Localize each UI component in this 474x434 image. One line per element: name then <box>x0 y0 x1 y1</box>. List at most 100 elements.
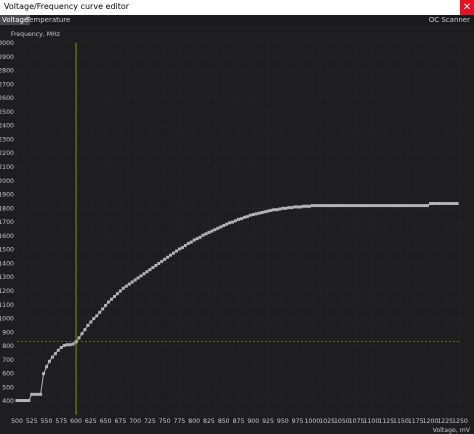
curve-point[interactable] <box>408 204 412 208</box>
curve-point[interactable] <box>296 205 300 209</box>
curve-point[interactable] <box>62 343 66 347</box>
curve-point[interactable] <box>77 336 81 340</box>
curve-point[interactable] <box>310 204 314 208</box>
curve-point[interactable] <box>390 204 394 208</box>
curve-point[interactable] <box>207 230 211 234</box>
curve-point[interactable] <box>101 307 105 311</box>
oc-scanner-button[interactable]: OC Scanner <box>429 15 470 25</box>
curve-point[interactable] <box>352 204 356 208</box>
curve-point[interactable] <box>169 253 173 257</box>
curve-point[interactable] <box>455 202 459 206</box>
curve-point[interactable] <box>313 204 317 208</box>
curve-point[interactable] <box>45 365 49 369</box>
curve-point[interactable] <box>307 204 311 208</box>
curve-point[interactable] <box>130 280 134 284</box>
curve-point[interactable] <box>366 204 370 208</box>
curve-point[interactable] <box>260 210 264 214</box>
curve-point[interactable] <box>47 359 51 363</box>
curve-point[interactable] <box>107 300 111 304</box>
curve-point[interactable] <box>248 213 252 217</box>
curve-point[interactable] <box>216 226 220 230</box>
curve-point[interactable] <box>325 204 329 208</box>
curve-point[interactable] <box>213 228 217 232</box>
curve-point[interactable] <box>42 372 46 376</box>
curve-point[interactable] <box>112 295 116 299</box>
curve-point[interactable] <box>231 220 235 224</box>
curve-point[interactable] <box>172 251 176 255</box>
curve-point[interactable] <box>358 204 362 208</box>
curve-point[interactable] <box>440 202 444 206</box>
curve-point[interactable] <box>183 244 187 248</box>
curve-point[interactable] <box>222 224 226 228</box>
curve-point[interactable] <box>245 215 249 219</box>
curve-point[interactable] <box>110 297 114 301</box>
curve-point[interactable] <box>86 323 90 327</box>
curve-point[interactable] <box>343 204 347 208</box>
curve-point[interactable] <box>198 235 202 239</box>
curve-point[interactable] <box>316 204 320 208</box>
curve-point[interactable] <box>74 340 78 344</box>
curve-point[interactable] <box>281 206 285 210</box>
curve-point[interactable] <box>349 204 353 208</box>
curve-point[interactable] <box>92 317 96 321</box>
curve-point[interactable] <box>328 204 332 208</box>
curve-point[interactable] <box>124 284 128 288</box>
curve-point[interactable] <box>95 314 99 318</box>
curve-point[interactable] <box>414 204 418 208</box>
curve-point[interactable] <box>21 399 25 403</box>
curve-point[interactable] <box>53 352 57 356</box>
curve-point[interactable] <box>257 211 261 215</box>
curve-point[interactable] <box>195 237 199 241</box>
curve-point[interactable] <box>369 204 373 208</box>
curve-point[interactable] <box>68 343 72 347</box>
curve-point[interactable] <box>337 204 341 208</box>
curve-point[interactable] <box>417 204 421 208</box>
tab-temperature[interactable]: Temperature <box>24 15 72 25</box>
curve-point[interactable] <box>228 221 232 225</box>
curve-point[interactable] <box>151 266 155 270</box>
curve-point[interactable] <box>331 204 335 208</box>
curve-point[interactable] <box>36 392 40 396</box>
curve-point[interactable] <box>426 204 430 208</box>
curve-point[interactable] <box>98 310 102 314</box>
curve-point[interactable] <box>30 392 34 396</box>
curve-point[interactable] <box>319 204 323 208</box>
curve-point[interactable] <box>304 204 308 208</box>
curve-point[interactable] <box>163 257 167 261</box>
curve-point[interactable] <box>399 204 403 208</box>
curve-point[interactable] <box>145 270 149 274</box>
curve-point[interactable] <box>192 238 196 242</box>
curve-point[interactable] <box>71 342 75 346</box>
curve-point[interactable] <box>278 207 282 211</box>
curve-point[interactable] <box>136 276 140 280</box>
curve-point[interactable] <box>121 286 125 290</box>
curve-point[interactable] <box>251 213 255 217</box>
curve-point[interactable] <box>210 229 214 233</box>
curve-point[interactable] <box>89 320 93 324</box>
curve-point[interactable] <box>27 399 31 403</box>
curve-point[interactable] <box>177 247 181 251</box>
curve-point[interactable] <box>284 206 288 210</box>
curve-point[interactable] <box>242 215 246 219</box>
curve-point[interactable] <box>174 249 178 253</box>
curve-point[interactable] <box>239 217 243 221</box>
curve-point[interactable] <box>346 204 350 208</box>
curve-point[interactable] <box>393 204 397 208</box>
curve-point[interactable] <box>59 345 63 349</box>
curve-point[interactable] <box>299 205 303 209</box>
curve-point[interactable] <box>275 208 279 212</box>
curve-point[interactable] <box>154 264 158 268</box>
curve-point[interactable] <box>381 204 385 208</box>
curve-point[interactable] <box>142 272 146 276</box>
curve-point[interactable] <box>234 219 238 223</box>
curve-point[interactable] <box>372 204 376 208</box>
curve-point[interactable] <box>139 274 143 278</box>
curve-point[interactable] <box>361 204 365 208</box>
curve-point[interactable] <box>396 204 400 208</box>
curve-point[interactable] <box>375 204 379 208</box>
curve-point[interactable] <box>186 241 190 245</box>
curve-point[interactable] <box>340 204 344 208</box>
curve-point[interactable] <box>437 202 441 206</box>
curve-point[interactable] <box>80 332 84 336</box>
curve-point[interactable] <box>127 282 131 286</box>
